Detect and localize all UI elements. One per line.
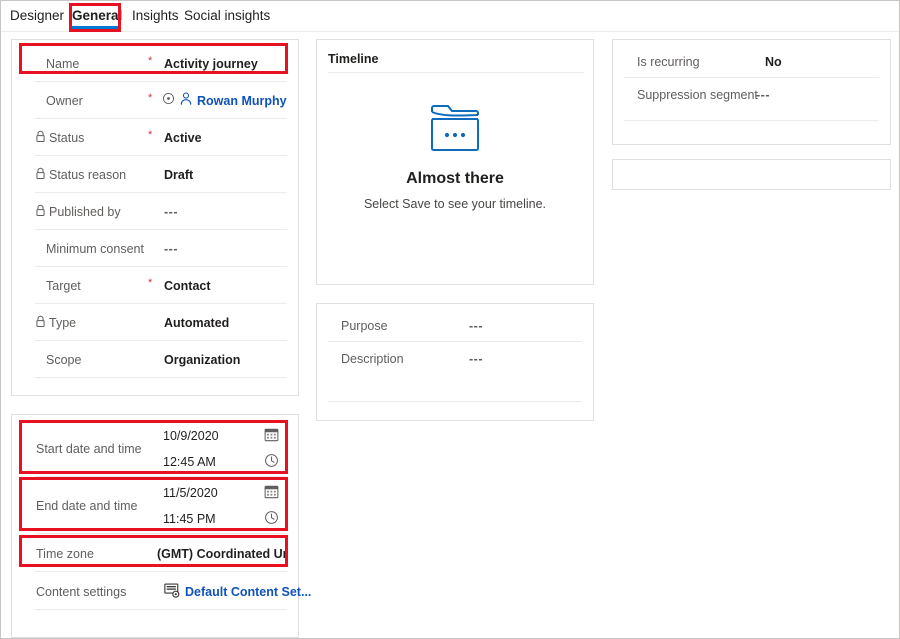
timeline-card-title: Timeline — [328, 52, 379, 66]
field-divider — [35, 609, 287, 610]
tab-general-underline — [71, 26, 119, 29]
required-indicator-owner: * — [148, 92, 153, 104]
field-label-suppression-segment: Suppression segment — [637, 88, 758, 102]
field-value-scope: Organization — [164, 353, 241, 367]
tab-general[interactable]: General — [72, 7, 122, 25]
lock-icon — [35, 130, 46, 143]
field-label-purpose: Purpose — [341, 319, 388, 333]
lock-icon — [35, 204, 46, 217]
field-value-start-date: 10/9/2020 — [163, 429, 219, 443]
field-row-end-date[interactable]: End date and time 11/5/2020 11:45 PM — [12, 477, 298, 534]
field-label-start-date: Start date and time — [36, 442, 142, 456]
field-row-content-settings[interactable]: Content settings Default Content Set... — [12, 572, 311, 610]
journey-general-form: Designer General Insights Social insight… — [0, 0, 900, 639]
field-row-type: Type Automated — [12, 304, 298, 341]
field-label-minimum-consent: Minimum consent — [46, 242, 144, 256]
field-label-name: Name — [46, 57, 80, 71]
tab-insights[interactable]: Insights — [132, 7, 179, 25]
lock-icon — [35, 315, 46, 328]
field-row-published-by: Published by --- — [12, 193, 298, 230]
field-row-name[interactable]: Name * Activity journey — [12, 45, 298, 82]
field-label-published-by: Published by — [49, 205, 121, 219]
field-row-start-date[interactable]: Start date and time 10/9/2020 12:45 AM — [12, 420, 298, 477]
field-value-purpose: --- — [469, 319, 483, 333]
presence-icon — [162, 92, 175, 110]
purpose-card: Purpose --- Description --- — [316, 303, 594, 421]
field-label-content-settings: Content settings — [36, 585, 127, 599]
field-value-target: Contact — [164, 279, 211, 293]
field-row-suppression-segment[interactable]: Suppression segment --- — [613, 78, 890, 121]
field-row-target[interactable]: Target * Contact — [12, 267, 298, 304]
field-value-suppression-segment: --- — [756, 88, 770, 102]
field-value-content-settings[interactable]: Default Content Set... — [185, 584, 311, 600]
tab-social-insights[interactable]: Social insights — [184, 7, 270, 25]
tab-bar: Designer General Insights Social insight… — [1, 1, 899, 32]
field-label-type: Type — [49, 316, 77, 330]
field-label-status-reason: Status reason — [49, 168, 127, 182]
field-label-target: Target — [46, 279, 81, 293]
field-label-time-zone: Time zone — [36, 547, 94, 561]
timeline-empty-heading: Almost there — [406, 170, 504, 187]
lock-icon — [35, 167, 46, 180]
field-value-minimum-consent: --- — [164, 242, 178, 256]
field-value-is-recurring: No — [765, 55, 782, 69]
field-value-end-date: 11/5/2020 — [163, 486, 218, 500]
field-row-description[interactable]: Description --- — [317, 342, 593, 402]
field-row-is-recurring[interactable]: Is recurring No — [613, 45, 890, 78]
general-fields-card: Name * Activity journey Owner * Rowan Mu… — [11, 39, 299, 396]
time-zone-value-clip: (GMT) Coordinated Universal Time — [157, 534, 287, 572]
timeline-folder-icon — [427, 102, 483, 160]
field-value-status-reason: Draft — [164, 168, 194, 182]
tab-designer[interactable]: Designer — [10, 7, 64, 25]
field-value-description: --- — [469, 352, 483, 366]
person-icon — [179, 91, 193, 111]
field-row-minimum-consent[interactable]: Minimum consent --- — [12, 230, 298, 267]
calendar-icon[interactable] — [264, 484, 279, 499]
field-divider — [328, 401, 582, 402]
field-value-status: Active — [164, 131, 202, 145]
required-indicator-status: * — [148, 129, 153, 141]
empty-right-card — [612, 159, 891, 190]
schedule-card: Start date and time 10/9/2020 12:45 AM E… — [11, 414, 311, 638]
timeline-title-divider — [328, 72, 584, 73]
clock-icon[interactable] — [264, 453, 279, 468]
field-value-start-time: 12:45 AM — [163, 455, 216, 469]
timeline-empty-state: Almost there Select Save to see your tim… — [317, 102, 593, 211]
field-value-type: Automated — [164, 316, 230, 330]
content-settings-icon — [164, 583, 180, 603]
field-label-is-recurring: Is recurring — [637, 55, 700, 69]
timeline-card: Timeline Almost there Select Save to see… — [316, 39, 594, 285]
recurrence-card: Is recurring No Suppression segment --- — [612, 39, 891, 145]
field-row-status: Status * Active — [12, 119, 298, 156]
field-label-end-date: End date and time — [36, 499, 138, 513]
field-value-name: Activity journey — [164, 57, 258, 71]
field-row-time-zone[interactable]: Time zone (GMT) Coordinated Universal Ti… — [12, 534, 298, 572]
field-label-scope: Scope — [46, 353, 82, 367]
required-indicator-target: * — [148, 277, 153, 289]
field-value-owner[interactable]: Rowan Murphy — [197, 93, 287, 109]
field-value-end-time: 11:45 PM — [163, 512, 216, 526]
field-row-scope[interactable]: Scope Organization — [12, 341, 298, 378]
field-label-owner: Owner — [46, 94, 83, 108]
timeline-empty-subtext: Select Save to see your timeline. — [363, 197, 547, 211]
field-value-published-by: --- — [164, 205, 178, 219]
field-divider — [35, 377, 287, 378]
field-row-owner[interactable]: Owner * Rowan Murphy — [12, 82, 298, 119]
required-indicator-name: * — [148, 55, 153, 67]
calendar-icon[interactable] — [264, 427, 279, 442]
field-label-description: Description — [341, 352, 404, 366]
field-divider — [624, 120, 879, 121]
clock-icon[interactable] — [264, 510, 279, 525]
tab-bar-divider — [1, 31, 899, 32]
field-value-time-zone: (GMT) Coordinated Universal Time — [157, 547, 287, 561]
field-row-purpose[interactable]: Purpose --- — [317, 309, 593, 342]
field-row-status-reason: Status reason Draft — [12, 156, 298, 193]
field-label-status: Status — [49, 131, 85, 145]
